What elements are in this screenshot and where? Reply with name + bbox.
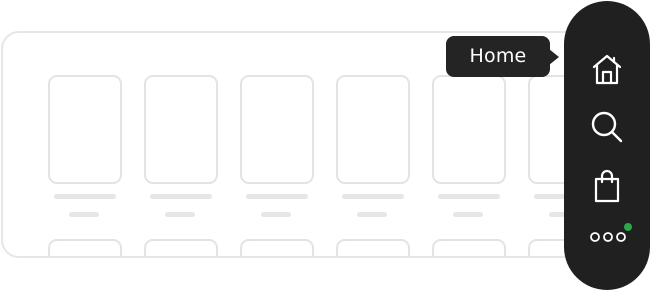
skeleton-card	[144, 75, 218, 184]
home-button[interactable]	[585, 47, 629, 91]
skeleton-title-line	[54, 194, 116, 199]
home-icon	[592, 54, 622, 85]
skeleton-card	[240, 75, 314, 184]
skeleton-title-line	[438, 194, 500, 199]
skeleton-card	[240, 239, 314, 256]
vertical-dock	[564, 1, 650, 290]
skeleton-subtitle-line	[69, 212, 99, 217]
skeleton-subtitle-line	[357, 212, 387, 217]
more-icon	[590, 232, 626, 242]
status-indicator-dot	[624, 223, 632, 231]
home-tooltip: Home	[446, 36, 550, 77]
skeleton-card	[432, 239, 506, 256]
search-icon	[591, 111, 623, 143]
bag-button[interactable]	[585, 164, 629, 208]
page: Home	[0, 0, 650, 290]
skeleton-card	[144, 239, 218, 256]
skeleton-card	[48, 239, 122, 256]
skeleton-title-line	[246, 194, 308, 199]
skeleton-title-line	[150, 194, 212, 199]
skeleton-subtitle-line	[261, 212, 291, 217]
skeleton-card	[432, 75, 506, 184]
skeleton-title-line	[342, 194, 404, 199]
tooltip-arrow	[549, 49, 559, 65]
search-button[interactable]	[585, 105, 629, 149]
skeleton-subtitle-line	[453, 212, 483, 217]
skeleton-card	[48, 75, 122, 184]
skeleton-card	[336, 75, 410, 184]
shopping-bag-icon	[594, 169, 620, 203]
skeleton-card	[336, 239, 410, 256]
skeleton-subtitle-line	[165, 212, 195, 217]
